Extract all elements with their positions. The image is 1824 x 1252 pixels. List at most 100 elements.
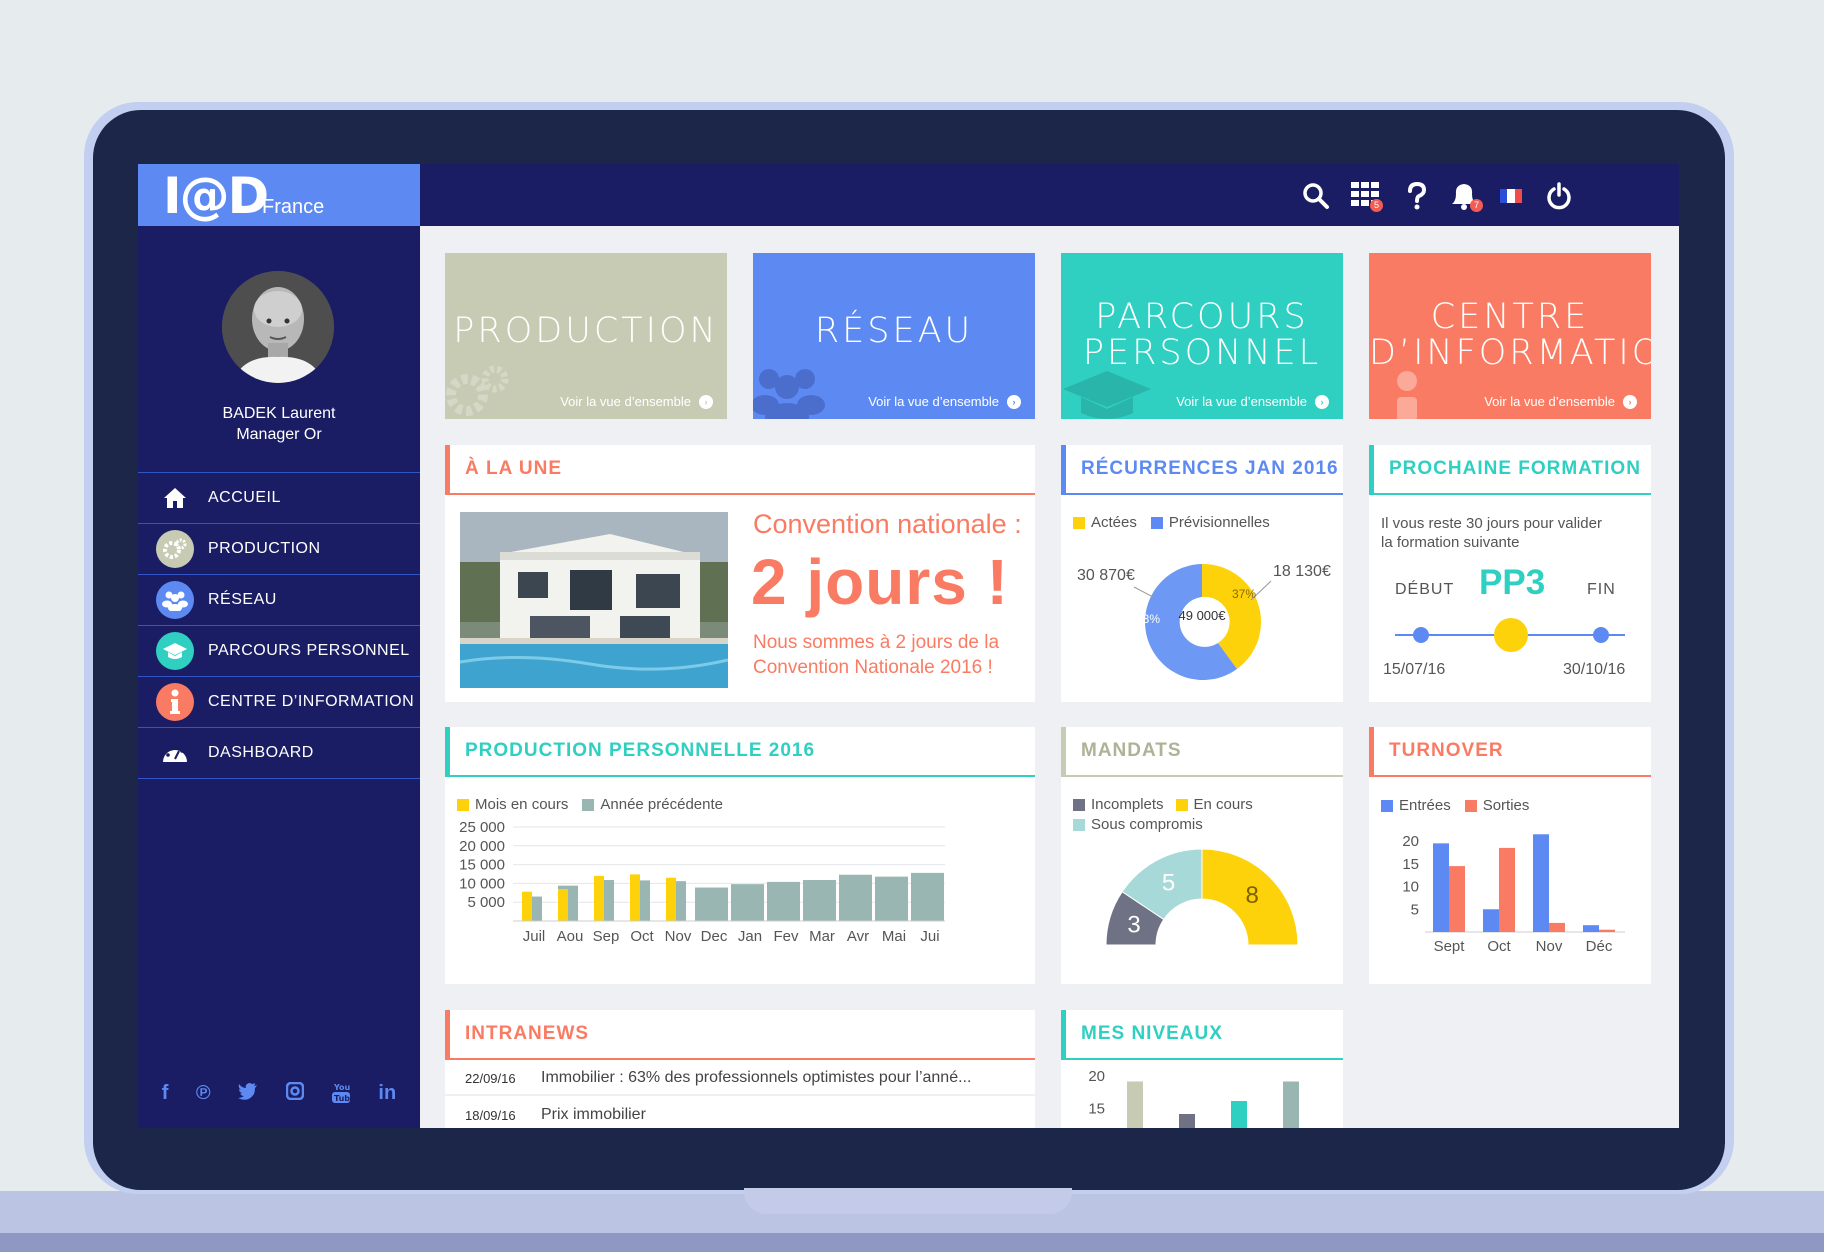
niveau-bar bbox=[1179, 1114, 1195, 1128]
tile-link[interactable]: Voir la vue d’ensemble › bbox=[868, 394, 1021, 409]
linkedin-icon[interactable]: in bbox=[378, 1082, 396, 1110]
panel-a-la-une: À LA UNE Convention nationale : 2 jours … bbox=[445, 445, 1035, 702]
x-tick-label: Nov bbox=[1536, 938, 1563, 955]
legend-swatch bbox=[1073, 798, 1085, 811]
panel-title: MES NIVEAUX bbox=[1061, 1010, 1343, 1060]
sidebar-item-label: RÉSEAU bbox=[208, 591, 277, 608]
youtube-icon[interactable]: You Tube bbox=[331, 1082, 356, 1110]
power-icon[interactable] bbox=[1546, 182, 1576, 210]
legend-label: Sous compromis bbox=[1091, 816, 1203, 833]
y-tick-label: 20 bbox=[1402, 833, 1419, 850]
tile-link[interactable]: Voir la vue d’ensemble › bbox=[1484, 394, 1637, 409]
formation-text-line2: la formation suivante bbox=[1381, 534, 1520, 551]
sidebar-item-label: CENTRE D’INFORMATION bbox=[208, 693, 415, 710]
y-tick-label: 15 bbox=[1088, 1101, 1105, 1118]
sidebar-item-dashboard[interactable]: DASHBOARD bbox=[138, 728, 420, 779]
sidebar-item-parcours-personnel[interactable]: PARCOURS PERSONNEL bbox=[138, 626, 420, 677]
dashboard-icon bbox=[156, 734, 194, 772]
chevron-right-icon: › bbox=[1007, 394, 1021, 409]
bar-mois-en-cours bbox=[630, 874, 640, 921]
y-tick-label: 5 000 bbox=[467, 894, 505, 911]
bar-sorties bbox=[1499, 847, 1515, 932]
mandats-gauge-chart: 35 8 bbox=[1105, 848, 1299, 946]
panel-title: TURNOVER bbox=[1369, 727, 1651, 777]
bar-sorties bbox=[1599, 929, 1615, 932]
niveau-bar bbox=[1127, 1081, 1143, 1128]
tile-link-label: Voir la vue d’ensemble bbox=[1176, 394, 1307, 409]
tile-link[interactable]: Voir la vue d’ensemble › bbox=[560, 394, 713, 409]
tile-title: RÉSEAU bbox=[814, 311, 974, 351]
news-title: Prix immobilier bbox=[541, 1106, 646, 1123]
turnover-bar-chart: 20 15 10 5 Sept Oct Nov Déc bbox=[1402, 833, 1625, 955]
help-icon[interactable] bbox=[1405, 181, 1435, 210]
top-bar: 5 7 bbox=[420, 164, 1679, 226]
sidebar-item-label: DASHBOARD bbox=[208, 744, 314, 761]
sidebar-item-reseau[interactable]: RÉSEAU bbox=[138, 575, 420, 626]
sidebar-nav: ACCUEIL PRODUCTION RÉSEAU PARCOURS PERSO… bbox=[138, 472, 420, 779]
x-tick-label: Oct bbox=[1487, 938, 1511, 955]
news-date: 18/09/16 bbox=[465, 1107, 516, 1123]
panel-production-personnelle: PRODUCTION PERSONNELLE 2016 Mois en cour… bbox=[445, 727, 1035, 984]
brand-logo[interactable]: I@D France bbox=[138, 164, 420, 226]
twitter-icon[interactable] bbox=[238, 1082, 258, 1110]
formation-text-line1: Il vous reste 30 jours pour valider bbox=[1381, 515, 1602, 532]
x-tick-label: Nov bbox=[665, 928, 692, 945]
x-tick-label: Dec bbox=[701, 928, 728, 945]
gauge-value-label: 5 bbox=[1162, 869, 1175, 896]
tile-production[interactable]: PRODUCTION Voir la vue d’ensemble › bbox=[445, 253, 727, 419]
info-icon bbox=[1397, 371, 1417, 419]
y-tick-label: 10 bbox=[1402, 879, 1419, 896]
facebook-icon[interactable]: f bbox=[162, 1082, 169, 1110]
donut-right-value: 18 130€ bbox=[1273, 563, 1331, 580]
legend-label: Incomplets bbox=[1091, 796, 1164, 813]
y-tick-label: 15 000 bbox=[459, 857, 505, 874]
bar-mois-en-cours bbox=[558, 889, 568, 921]
news-row[interactable]: 22/09/16 Immobilier : 63% des profession… bbox=[445, 1062, 1035, 1096]
sidebar-item-centre-information[interactable]: CENTRE D’INFORMATION bbox=[138, 677, 420, 728]
timeline-end-dot bbox=[1593, 627, 1609, 643]
bar-mois-en-cours bbox=[594, 875, 604, 921]
tile-reseau[interactable]: RÉSEAU Voir la vue d’ensemble › bbox=[753, 253, 1035, 419]
french-flag-icon[interactable] bbox=[1500, 189, 1522, 203]
bar-annee-precedente bbox=[911, 872, 944, 921]
gears-icon bbox=[156, 530, 194, 568]
sidebar-item-production[interactable]: PRODUCTION bbox=[138, 524, 420, 575]
bar-annee-precedente bbox=[803, 880, 836, 921]
chart-legend: Mois en cours Année précédente bbox=[457, 796, 723, 813]
donut-percent-blue: 63% bbox=[1136, 612, 1161, 626]
formation-end-label: FIN bbox=[1587, 581, 1616, 598]
avatar[interactable] bbox=[222, 271, 334, 383]
legend-label: Mois en cours bbox=[475, 796, 569, 813]
tile-link-label: Voir la vue d’ensemble bbox=[1484, 394, 1615, 409]
legend-item: Année précédente bbox=[582, 796, 723, 813]
apps-grid-icon[interactable]: 5 bbox=[1351, 182, 1383, 212]
legend-swatch bbox=[1464, 799, 1477, 812]
search-icon[interactable] bbox=[1302, 182, 1332, 210]
news-date: 22/09/16 bbox=[465, 1070, 516, 1086]
formation-start-label: DÉBUT bbox=[1395, 581, 1455, 598]
x-tick-label: Aou bbox=[557, 928, 584, 945]
tile-link[interactable]: Voir la vue d’ensemble › bbox=[1176, 394, 1329, 409]
panel-mandats: MANDATS Incomplets En cours Sous comprom… bbox=[1061, 727, 1343, 984]
news-image[interactable] bbox=[460, 512, 728, 688]
niveau-bar bbox=[1283, 1081, 1299, 1128]
x-tick-label: Mai bbox=[882, 928, 906, 945]
tile-centre-information[interactable]: CENTRE D’INFORMATION Voir la vue d’ensem… bbox=[1369, 253, 1651, 419]
pinterest-icon[interactable]: ℗ bbox=[196, 1082, 211, 1110]
instagram-icon[interactable] bbox=[285, 1081, 304, 1110]
tile-link-label: Voir la vue d’ensemble bbox=[560, 394, 691, 409]
user-role: Manager Or bbox=[236, 426, 322, 443]
tile-parcours-personnel[interactable]: PARCOURS PERSONNEL Voir la vue d’ensembl… bbox=[1061, 253, 1343, 419]
news-row[interactable]: 18/09/16 Prix immobilier bbox=[445, 1098, 1035, 1128]
legend-swatch bbox=[1073, 818, 1085, 831]
tile-title: PARCOURS bbox=[1095, 297, 1309, 337]
legend-item: Incomplets bbox=[1073, 796, 1164, 813]
y-tick-label: 20 000 bbox=[459, 838, 505, 855]
y-tick-label: 10 000 bbox=[459, 875, 505, 892]
notification-bell-icon[interactable]: 7 bbox=[1451, 182, 1483, 212]
panel-recurrences: RÉCURRENCES JAN 2016 Actées Prévisionnel… bbox=[1061, 445, 1343, 702]
formation-end-date: 30/10/16 bbox=[1563, 661, 1626, 678]
tile-title: PRODUCTION bbox=[453, 311, 719, 351]
chevron-right-icon: › bbox=[1315, 394, 1329, 409]
sidebar-item-accueil[interactable]: ACCUEIL bbox=[138, 473, 420, 524]
